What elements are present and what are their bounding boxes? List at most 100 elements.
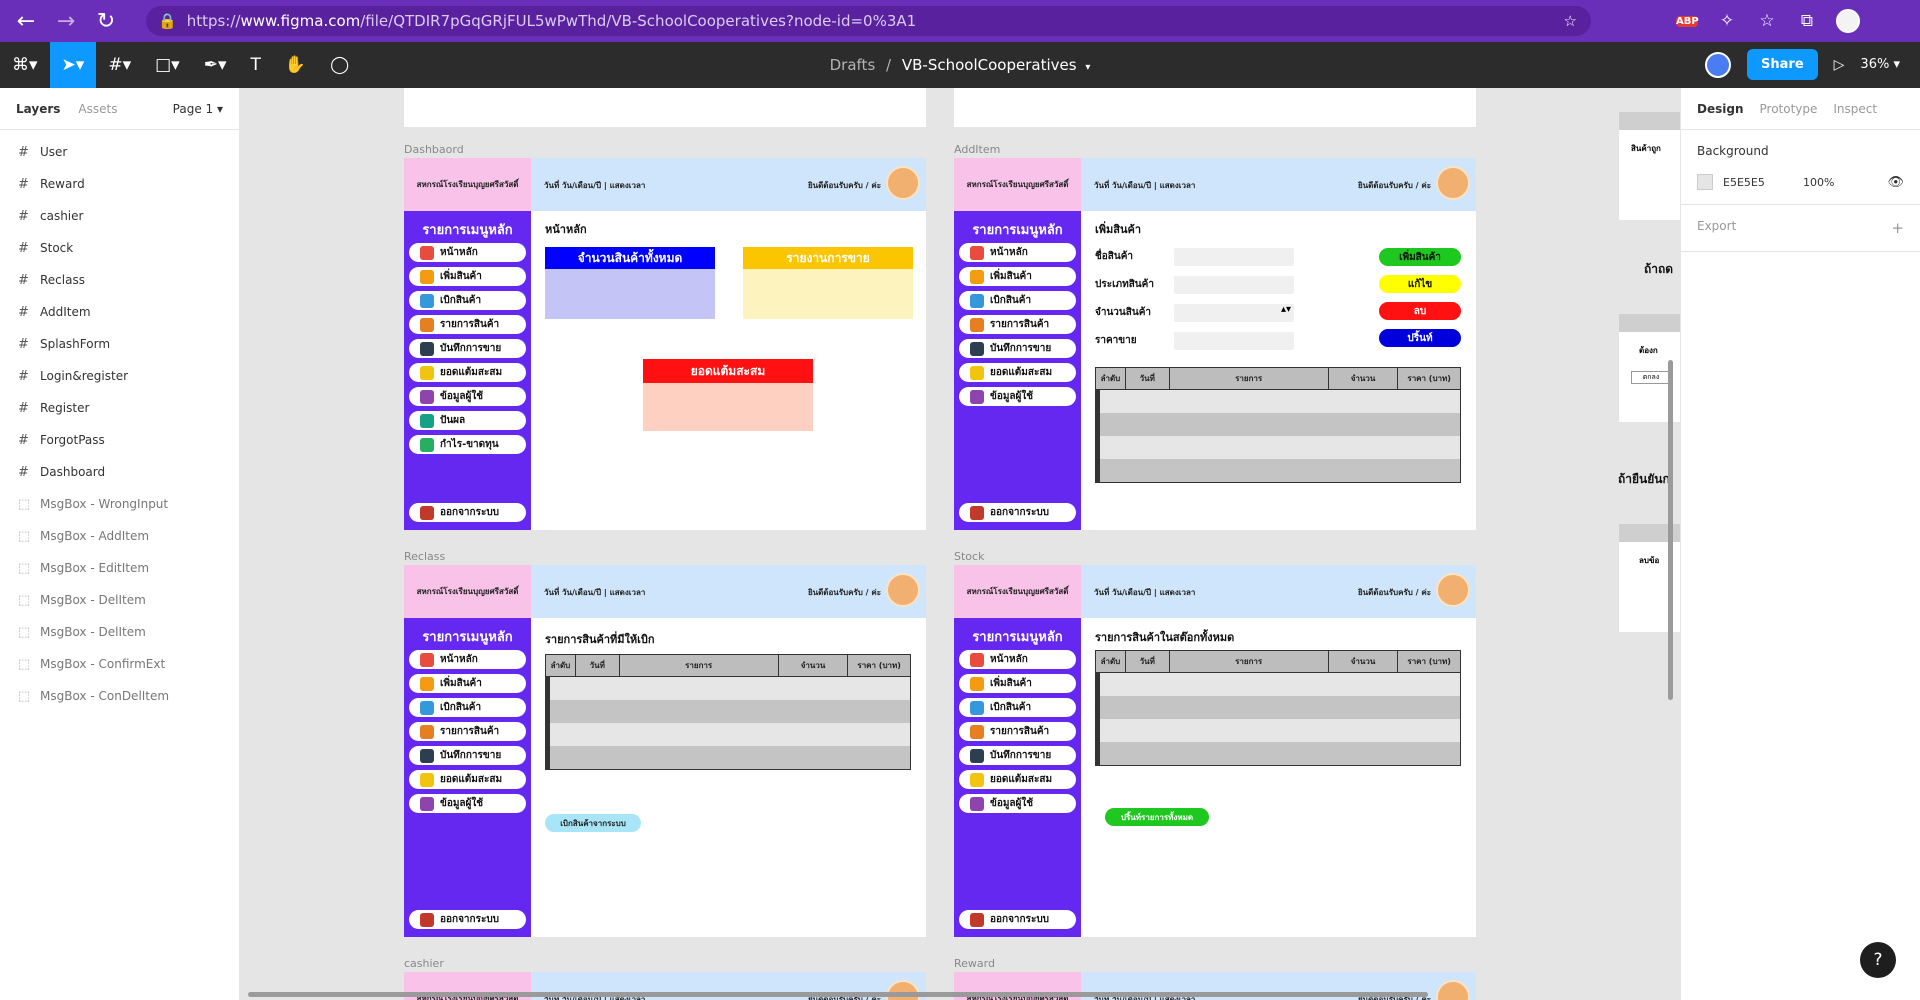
- frame-top-partial[interactable]: [954, 88, 1476, 127]
- extensions-icon[interactable]: ✧: [1716, 11, 1738, 31]
- menu-button[interactable]: ออกจากระบบ: [409, 503, 526, 522]
- layer-item[interactable]: # Stock: [0, 232, 239, 264]
- pen-tool-icon[interactable]: ✒▾: [192, 42, 239, 88]
- msgbox-frame-partial[interactable]: สินค้าถูก: [1619, 112, 1680, 220]
- tab-inspect[interactable]: Inspect: [1833, 102, 1877, 116]
- address-bar[interactable]: 🔒 https://www.figma.com/file/QTDIR7pGqGR…: [146, 6, 1591, 36]
- menu-button[interactable]: รายการสินค้า: [409, 315, 526, 334]
- file-name[interactable]: VB-SchoolCooperatives: [902, 56, 1077, 74]
- layer-item[interactable]: ⬚ MsgBox - ConfirmExt: [0, 648, 239, 680]
- present-icon[interactable]: ▷: [1834, 57, 1845, 73]
- adblock-extension-icon[interactable]: ABP: [1676, 15, 1699, 27]
- share-button[interactable]: Share: [1747, 49, 1818, 80]
- menu-button[interactable]: หน้าหลัก: [959, 243, 1076, 262]
- menu-button[interactable]: เบิกสินค้า: [959, 698, 1076, 717]
- layer-item[interactable]: ⬚ MsgBox - EditItem: [0, 552, 239, 584]
- form-field[interactable]: [1174, 276, 1294, 294]
- menu-button[interactable]: หน้าหลัก: [959, 650, 1076, 669]
- frame-additem[interactable]: สหกรณ์โรงเรียนบุญยศรีสวัสดิ์ วันที่ วัน/เ…: [954, 158, 1476, 530]
- menu-button[interactable]: ปันผล: [409, 411, 526, 430]
- bookmark-star-icon[interactable]: ☆: [1564, 12, 1577, 30]
- move-tool-icon[interactable]: ➤▾: [49, 42, 97, 88]
- breadcrumb-drafts[interactable]: Drafts: [830, 56, 876, 74]
- hand-tool-icon[interactable]: ✋: [273, 42, 318, 88]
- menu-button[interactable]: ข้อมูลผู้ใช้: [959, 794, 1076, 813]
- layer-item[interactable]: # SplashForm: [0, 328, 239, 360]
- menu-button[interactable]: หน้าหลัก: [409, 650, 526, 669]
- menu-button[interactable]: ยอดแต้มสะสม: [959, 770, 1076, 789]
- eye-icon[interactable]: 👁: [1887, 175, 1904, 190]
- collaborator-avatar[interactable]: [1705, 51, 1732, 78]
- zoom-level[interactable]: 36% ▾: [1860, 57, 1900, 72]
- layer-item[interactable]: ⬚ MsgBox - AddItem: [0, 520, 239, 552]
- reload-icon[interactable]: ↻: [92, 7, 120, 35]
- back-icon[interactable]: ←: [12, 7, 40, 35]
- layer-item[interactable]: # User: [0, 136, 239, 168]
- layer-item[interactable]: ⬚ MsgBox - DelItem: [0, 584, 239, 616]
- menu-button[interactable]: ยอดแต้มสะสม: [409, 363, 526, 382]
- action-button[interactable]: เพิ่มสินค้า: [1379, 248, 1461, 266]
- menu-button[interactable]: กำไร-ขาดทุน: [409, 435, 526, 454]
- layer-item[interactable]: # Reward: [0, 168, 239, 200]
- tab-assets[interactable]: Assets: [78, 102, 117, 116]
- menu-button[interactable]: ออกจากระบบ: [959, 910, 1076, 929]
- menu-button[interactable]: ออกจากระบบ: [409, 910, 526, 929]
- menu-button[interactable]: หน้าหลัก: [409, 243, 526, 262]
- frame-label-cashier[interactable]: cashier: [404, 957, 444, 970]
- frame-label-additem[interactable]: AddItem: [954, 143, 1000, 156]
- menu-button[interactable]: เพิ่มสินค้า: [959, 267, 1076, 286]
- tab-layers[interactable]: Layers: [16, 102, 60, 116]
- frame-label-reward[interactable]: Reward: [954, 957, 995, 970]
- action-button[interactable]: ปริ้นท์: [1379, 329, 1461, 347]
- background-opacity[interactable]: 100%: [1803, 176, 1834, 189]
- action-button[interactable]: ลบ: [1379, 302, 1461, 320]
- menu-button[interactable]: เพิ่มสินค้า: [409, 267, 526, 286]
- menu-button[interactable]: เพิ่มสินค้า: [959, 674, 1076, 693]
- layer-item[interactable]: # Reclass: [0, 264, 239, 296]
- shape-tool-icon[interactable]: □▾: [143, 42, 192, 88]
- help-button[interactable]: ?: [1860, 942, 1896, 978]
- menu-button[interactable]: รายการสินค้า: [959, 315, 1076, 334]
- background-hex[interactable]: E5E5E5: [1723, 176, 1793, 189]
- tab-design[interactable]: Design: [1697, 102, 1744, 116]
- menu-button[interactable]: เบิกสินค้า: [959, 291, 1076, 310]
- vertical-scrollbar[interactable]: [1668, 360, 1673, 700]
- form-field[interactable]: [1174, 248, 1294, 266]
- frame-label-stock[interactable]: Stock: [954, 550, 984, 563]
- spinner-icon[interactable]: ▴▾: [1281, 304, 1291, 315]
- menu-button[interactable]: บันทึกการขาย: [409, 746, 526, 765]
- layer-item[interactable]: # Register: [0, 392, 239, 424]
- layer-item[interactable]: # AddItem: [0, 296, 239, 328]
- layer-item[interactable]: ⬚ MsgBox - WrongInput: [0, 488, 239, 520]
- profile-avatar[interactable]: [1836, 9, 1860, 33]
- page-selector[interactable]: Page 1 ▾: [173, 102, 223, 116]
- menu-button[interactable]: บันทึกการขาย: [959, 746, 1076, 765]
- print-all-button[interactable]: ปริ้นท์รายการทั้งหมด: [1105, 808, 1209, 826]
- layer-item[interactable]: # ForgotPass: [0, 424, 239, 456]
- horizontal-scrollbar[interactable]: [248, 992, 1428, 997]
- chevron-down-icon[interactable]: ▾: [1085, 62, 1090, 73]
- menu-button[interactable]: ออกจากระบบ: [959, 503, 1076, 522]
- menu-button[interactable]: ข้อมูลผู้ใช้: [959, 387, 1076, 406]
- layer-item[interactable]: # Dashboard: [0, 456, 239, 488]
- menu-button[interactable]: เบิกสินค้า: [409, 291, 526, 310]
- forward-icon[interactable]: →: [52, 7, 80, 35]
- form-field[interactable]: [1174, 332, 1294, 350]
- frame-stock[interactable]: สหกรณ์โรงเรียนบุญยศรีสวัสดิ์ วันที่ วัน/เ…: [954, 565, 1476, 937]
- text-tool-icon[interactable]: T: [239, 42, 273, 88]
- layer-item[interactable]: # cashier: [0, 200, 239, 232]
- favorites-icon[interactable]: ☆: [1756, 11, 1778, 31]
- layer-item[interactable]: ⬚ MsgBox - ConDelItem: [0, 680, 239, 712]
- frame-dashboard[interactable]: สหกรณ์โรงเรียนบุญยศรีสวัสดิ์ วันที่ วัน/เ…: [404, 158, 926, 530]
- withdraw-button[interactable]: เบิกสินค้าจากระบบ: [545, 814, 641, 832]
- menu-button[interactable]: เพิ่มสินค้า: [409, 674, 526, 693]
- menu-button[interactable]: ยอดแต้มสะสม: [409, 770, 526, 789]
- tab-prototype[interactable]: Prototype: [1760, 102, 1818, 116]
- frame-label-reclass[interactable]: Reclass: [404, 550, 445, 563]
- menu-button[interactable]: ข้อมูลผู้ใช้: [409, 387, 526, 406]
- menu-button[interactable]: ข้อมูลผู้ใช้: [409, 794, 526, 813]
- canvas[interactable]: Dashbaord สหกรณ์โรงเรียนบุญยศรีสวัสดิ์ วั…: [240, 88, 1680, 1000]
- plus-icon[interactable]: +: [1891, 219, 1904, 237]
- frame-tool-icon[interactable]: #▾: [96, 42, 143, 88]
- form-field[interactable]: ▴▾: [1174, 304, 1294, 322]
